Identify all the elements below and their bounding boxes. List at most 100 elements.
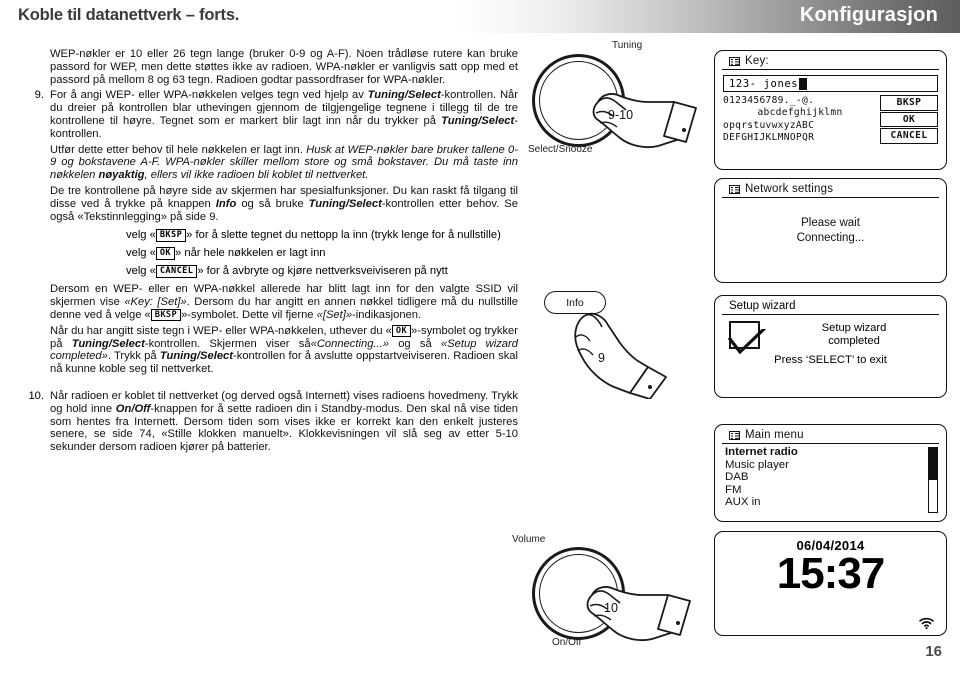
- wizard-screen-body: Setup wizard completed: [715, 315, 946, 355]
- cancel-button[interactable]: CANCEL: [880, 128, 938, 144]
- list-number-9: 9.: [34, 89, 44, 102]
- menu-list-icon: [729, 430, 740, 440]
- main-menu-list: Internet radio Music player DAB FM AUX i…: [725, 446, 938, 513]
- char-row-upper[interactable]: DEFGHIJKLMNOPQR: [723, 132, 877, 144]
- emphasis-info: Info: [215, 197, 237, 210]
- cancel-keycap-icon: CANCEL: [155, 265, 198, 278]
- lcd-clock-screen: 06/04/2014 15:37: [714, 531, 947, 636]
- emphasis-key-set: «Key: [Set]»: [124, 296, 187, 309]
- text-run: og så: [388, 337, 441, 350]
- text-run: » for å slette tegnet du nettopp la inn …: [186, 229, 501, 242]
- text-run: » når hele nøkkelen er lagt inn: [175, 247, 326, 260]
- emphasis-tuning-select: Tuning/Select: [159, 350, 234, 363]
- menu-item-fm[interactable]: FM: [725, 484, 938, 497]
- menu-item-internet-radio[interactable]: Internet radio: [725, 446, 938, 459]
- item9-bullet-list: velg «BKSP» for å slette tegnet du netto…: [50, 226, 518, 280]
- key-action-buttons: BKSP OK CANCEL: [880, 95, 938, 145]
- section-title: Konfigurasjon: [799, 4, 938, 26]
- key-screen-title: Key:: [745, 55, 769, 67]
- menu-scrollbar[interactable]: [928, 447, 938, 513]
- key-input-field[interactable]: 123- jones: [723, 75, 938, 92]
- volume-label: Volume: [512, 534, 546, 545]
- emphasis-tuning-select: Tuning/Select: [367, 89, 441, 102]
- item9-paragraph-1: For å angi WEP- eller WPA-nøkkelen velge…: [50, 89, 518, 140]
- text-run: og så bruke: [236, 197, 309, 210]
- text-run: -indikasjonen.: [352, 308, 422, 321]
- emphasis-tuning-select: Tuning/Select: [71, 337, 145, 350]
- pointing-hand-icon: [586, 586, 691, 642]
- menu-item-music-player[interactable]: Music player: [725, 459, 938, 472]
- ok-keycap-icon: OK: [155, 247, 176, 260]
- text-run: . Trykk på: [107, 350, 160, 363]
- wizard-screen-title: Setup wizard: [722, 296, 939, 315]
- item9-paragraph-5: Når du har angitt siste tegn i WEP- elle…: [50, 324, 518, 376]
- menu-item-aux-in[interactable]: AUX in: [725, 496, 938, 509]
- info-step-number: 9: [598, 351, 605, 365]
- page-title: Koble til datanettverk – forts.: [18, 6, 240, 24]
- pointing-hand-icon: [592, 93, 697, 149]
- item9-paragraph-3: De tre kontrollene på høyre side av skje…: [50, 185, 518, 223]
- onoff-label: On/Off: [552, 637, 582, 648]
- body-text-column: WEP-nøkler er 10 eller 26 tegn lange (br…: [18, 48, 518, 458]
- bullet-bksp: velg «BKSP» for å slette tegnet du netto…: [126, 226, 518, 244]
- char-row-lower-1[interactable]: abcdefghijklmn: [723, 107, 877, 119]
- bksp-button[interactable]: BKSP: [880, 95, 938, 111]
- intro-paragraph: WEP-nøkler er 10 eller 26 tegn lange (br…: [50, 48, 518, 86]
- lcd-setup-wizard-screen: Setup wizard Setup wizard completed Pres…: [714, 295, 947, 398]
- wizard-message-line-2: completed: [828, 335, 880, 347]
- wizard-footer-hint: Press ‘SELECT’ to exit: [774, 354, 887, 366]
- bksp-keycap-icon: BKSP: [155, 229, 187, 242]
- lcd-key-entry-screen: Key: 123- jones 0123456789._-@. abcdefgh…: [714, 50, 947, 170]
- text-run: For å angi WEP- eller WPA-nøkkelen velge…: [50, 89, 368, 102]
- page-number: 16: [925, 643, 942, 660]
- volume-step-number: 10: [604, 601, 618, 615]
- network-screen-header: Network settings: [722, 179, 939, 198]
- bksp-keycap-icon: BKSP: [150, 308, 182, 322]
- list-item-9: 9. For å angi WEP- eller WPA-nøkkelen ve…: [18, 89, 518, 376]
- bullet-ok: velg «OK» når hele nøkkelen er lagt inn: [126, 244, 518, 262]
- wizard-message: Setup wizard completed: [772, 322, 936, 349]
- char-row-lower-2[interactable]: opqrstuvwxyzABC: [723, 120, 877, 132]
- menu-list-icon: [729, 56, 740, 66]
- network-status-line-1: Please wait: [801, 217, 860, 229]
- text-run: , ellers vil ikke radioen bli koblet til…: [144, 169, 369, 182]
- main-menu-title: Main menu: [745, 429, 804, 441]
- list-number-10: 10.: [28, 389, 44, 402]
- key-input-value: 123- jones: [729, 77, 799, 90]
- emphasis-onoff: On/Off: [115, 402, 151, 415]
- volume-knob-illustration: Volume On/Off 10: [512, 515, 700, 675]
- key-screen-body: 0123456789._-@. abcdefghijklmn opqrstuvw…: [723, 95, 938, 145]
- network-status-message: Please wait Connecting...: [715, 216, 946, 246]
- char-row-digits[interactable]: 0123456789._-@.: [723, 95, 877, 107]
- tuning-step-number: 9-10: [608, 108, 634, 122]
- item9-paragraph-2: Utfør dette etter behov til hele nøkkele…: [50, 144, 518, 182]
- select-snooze-label: Select/Snooze: [528, 144, 593, 155]
- list-item-10: 10. Når radioen er koblet til nettverket…: [18, 390, 518, 454]
- info-button-illustration: Info 9: [538, 285, 703, 405]
- wizard-message-line-1: Setup wizard: [821, 321, 887, 334]
- menu-scrollbar-thumb[interactable]: [929, 448, 937, 480]
- ok-button[interactable]: OK: [880, 111, 938, 127]
- text-run: » for å avbryte og kjøre nettverksveivis…: [197, 265, 448, 278]
- control-illustrations: Tuning Select/Snooze 9-10 Info 9 Volume …: [512, 40, 703, 660]
- lcd-network-settings-screen: Network settings Please wait Connecting.…: [714, 178, 947, 283]
- wifi-icon: [919, 617, 934, 629]
- emphasis-noyaktig: nøyaktig: [98, 169, 145, 182]
- text-run: -kontrollen. Skjermen viser så: [144, 337, 311, 350]
- main-menu-header: Main menu: [722, 425, 939, 444]
- lcd-main-menu-screen: Main menu Internet radio Music player DA…: [714, 424, 947, 522]
- network-screen-title: Network settings: [745, 183, 834, 195]
- emphasis-tuning-select: Tuning/Select: [441, 114, 515, 127]
- item10-paragraph-1: Når radioen er koblet til nettverket (og…: [50, 390, 518, 454]
- check-glyph: [727, 329, 767, 355]
- key-screen-header: Key:: [722, 51, 939, 70]
- text-run: velg «: [126, 229, 156, 242]
- text-run: Når du har angitt siste tegn i WEP- elle…: [50, 324, 392, 337]
- network-status-line-2: Connecting...: [796, 232, 865, 244]
- character-grid[interactable]: 0123456789._-@. abcdefghijklmn opqrstuvw…: [723, 95, 877, 145]
- item9-paragraph-4: Dersom en WEP- eller en WPA-nøkkel aller…: [50, 283, 518, 322]
- ok-keycap-icon: OK: [391, 324, 412, 338]
- clock-time: 15:37: [776, 549, 886, 598]
- text-run: velg «: [126, 265, 156, 278]
- menu-item-dab[interactable]: DAB: [725, 471, 938, 484]
